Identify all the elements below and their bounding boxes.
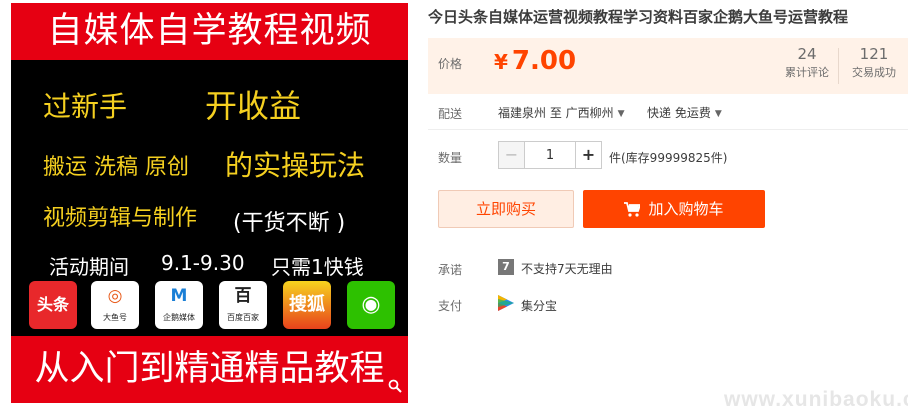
promise-label: 承诺 [438, 263, 463, 277]
stat-divider [838, 48, 839, 84]
quantity-input[interactable] [525, 142, 575, 168]
decrease-quantity-button[interactable]: − [499, 142, 525, 168]
shipping-label: 配送 [438, 107, 463, 121]
promo-line-practice: 的实操玩法 [225, 149, 366, 182]
currency-symbol: ¥ [494, 50, 508, 74]
baidu-baijia-logo-icon: 百 百度百家 [219, 281, 267, 329]
promise-text[interactable]: 不支持7天无理由 [521, 260, 613, 277]
promo-event-label: 活动期间 [49, 255, 129, 279]
quantity-stepper: − + [498, 141, 602, 169]
promo-event-price: 只需1快钱 [271, 255, 364, 279]
chevron-down-icon: ▼ [714, 109, 722, 119]
promo-top-banner: 自媒体自学教程视频 [11, 3, 408, 60]
product-title: 今日头条自媒体运营视频教程学习资料百家企鹅大鱼号运营教程 [428, 8, 849, 26]
price-amount: 7.00 [511, 46, 577, 76]
quantity-label: 数量 [438, 151, 463, 165]
dayu-logo-icon: ◎ 大鱼号 [91, 281, 139, 329]
price-value: ¥7.00 [494, 46, 576, 76]
shipping-method: 快递 免运费 [647, 106, 711, 120]
review-count-label: 累计评论 [785, 66, 829, 79]
deal-count: 121 [859, 45, 889, 63]
review-count-stat[interactable]: 24 累计评论 [782, 44, 832, 82]
promo-line-methods: 搬运 洗稿 原创 [43, 155, 189, 180]
buy-now-button[interactable]: 立即购买 [438, 190, 574, 228]
toutiao-logo-icon: 头条 [29, 281, 77, 329]
shipping-from: 福建泉州 至 [498, 106, 562, 120]
section-divider [428, 129, 908, 130]
promo-line-ongoing: (干货不断 ) [233, 211, 346, 236]
shipping-route: 福建泉州 至 广西柳州 ▼ [498, 104, 625, 121]
increase-quantity-button[interactable]: + [575, 142, 601, 168]
shipping-method-select[interactable]: 快递 免运费 ▼ [647, 104, 722, 121]
promo-line-editing: 视频剪辑与制作 [43, 206, 198, 231]
stock-info: 件(库存99999825件) [609, 151, 728, 165]
deal-count-stat[interactable]: 121 交易成功 [846, 44, 902, 82]
add-to-cart-label: 加入购物车 [648, 200, 724, 218]
add-to-cart-button[interactable]: 加入购物车 [583, 190, 765, 228]
deal-count-label: 交易成功 [852, 66, 896, 79]
price-label: 价格 [438, 57, 463, 71]
payment-method[interactable]: 集分宝 [521, 297, 557, 314]
cart-icon [624, 193, 642, 231]
shipping-destination: 广西柳州 [565, 106, 614, 120]
review-count: 24 [797, 45, 817, 63]
zoom-icon[interactable] [388, 378, 402, 397]
jifenbao-icon [498, 295, 514, 311]
promo-bottom-banner: 从入门到精通精品教程 [11, 336, 408, 403]
promo-event-dates: 9.1-9.30 [161, 251, 245, 275]
product-main-image[interactable]: 自媒体自学教程视频 过新手 开收益 搬运 洗稿 原创 的实操玩法 视频剪辑与制作… [11, 3, 408, 403]
price-box: 价格 ¥7.00 24 累计评论 121 交易成功 [428, 38, 908, 94]
shipping-destination-select[interactable]: 广西柳州 ▼ [566, 106, 625, 120]
payment-label: 支付 [438, 299, 463, 313]
platform-logos: 头条 ◎ 大鱼号 M 企鹅媒体 百 百度百家 搜狐 ◉ [29, 281, 395, 329]
promo-line-income: 开收益 [205, 87, 302, 125]
no-7day-return-icon: 7 [498, 259, 514, 275]
wechat-logo-icon: ◉ [347, 281, 395, 329]
chevron-down-icon: ▼ [617, 109, 625, 119]
promo-line-newbie: 过新手 [43, 90, 128, 123]
qie-media-logo-icon: M 企鹅媒体 [155, 281, 203, 329]
site-watermark: www.xunibaoku.com [724, 388, 908, 411]
sohu-logo-icon: 搜狐 [283, 281, 331, 329]
